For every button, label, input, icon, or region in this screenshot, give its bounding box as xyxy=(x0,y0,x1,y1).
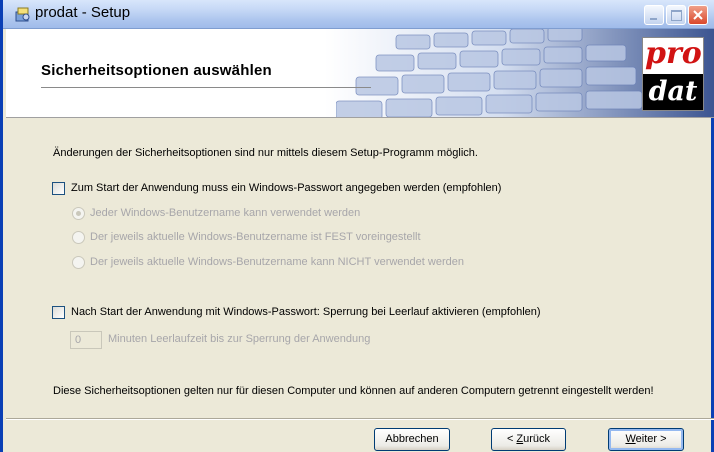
next-rest: eiter > xyxy=(635,433,667,445)
idle-minutes-label: Minuten Leerlaufzeit bis zur Sperrung de… xyxy=(108,333,371,345)
radio-fixed-username[interactable] xyxy=(72,231,85,244)
back-prefix: < xyxy=(506,433,517,445)
radio-fixed-username-label[interactable]: Der jeweils aktuelle Windows-Benutzernam… xyxy=(90,231,421,243)
back-rest: urück xyxy=(523,433,551,445)
idle-minutes-input[interactable]: 0 xyxy=(70,331,102,349)
page-title: Sicherheitsoptionen auswählen xyxy=(41,62,272,79)
footer-note: Diese Sicherheitsoptionen gelten nur für… xyxy=(53,385,654,397)
logo-bottom-text: dat xyxy=(643,74,703,110)
back-button[interactable]: < Zurück xyxy=(491,428,566,451)
next-accelerator: W xyxy=(625,433,636,445)
idle-lock-checkbox[interactable] xyxy=(52,306,65,319)
radio-any-username-label[interactable]: Jeder Windows-Benutzername kann verwende… xyxy=(90,207,360,219)
require-password-checkbox[interactable] xyxy=(52,182,65,195)
maximize-button[interactable] xyxy=(666,5,686,25)
radio-no-current-username[interactable] xyxy=(72,256,85,269)
close-button[interactable] xyxy=(688,5,708,25)
setup-app-icon xyxy=(15,7,30,22)
button-bar-divider xyxy=(6,418,714,420)
setup-window: prodat - Setup Sicherheitsoptionen auswä… xyxy=(0,0,714,452)
radio-no-current-username-label[interactable]: Der jeweils aktuelle Windows-Benutzernam… xyxy=(90,256,464,268)
intro-text: Änderungen der Sicherheitsoptionen sind … xyxy=(53,147,478,159)
require-password-label[interactable]: Zum Start der Anwendung muss ein Windows… xyxy=(71,182,501,194)
next-button[interactable]: Weiter > xyxy=(608,428,684,451)
radio-any-username[interactable] xyxy=(72,207,85,220)
prodat-logo: pro dat xyxy=(642,36,704,111)
header-divider xyxy=(41,87,371,88)
wizard-header: Sicherheitsoptionen auswählen pro dat xyxy=(6,29,714,118)
keyboard-graphic xyxy=(336,29,643,117)
window-title: prodat - Setup xyxy=(35,4,131,21)
wizard-content: Änderungen der Sicherheitsoptionen sind … xyxy=(3,118,714,418)
minimize-button[interactable] xyxy=(644,5,664,25)
idle-lock-label[interactable]: Nach Start der Anwendung mit Windows-Pas… xyxy=(71,306,541,318)
logo-top-text: pro xyxy=(645,36,702,71)
title-bar[interactable]: prodat - Setup xyxy=(3,0,714,29)
cancel-button[interactable]: Abbrechen xyxy=(374,428,450,451)
close-icon xyxy=(693,10,703,20)
